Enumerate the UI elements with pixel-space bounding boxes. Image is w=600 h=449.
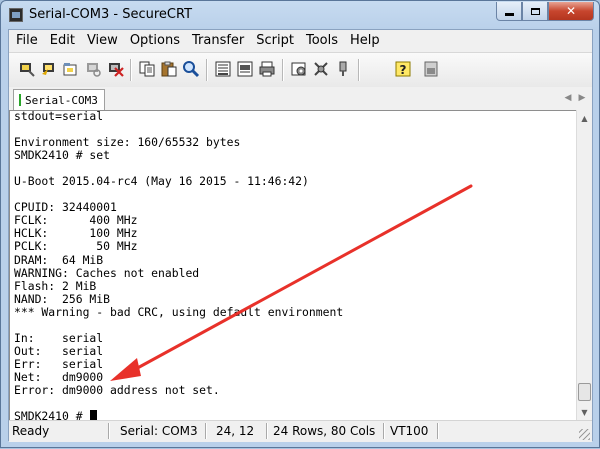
toolbar-separator — [130, 59, 132, 81]
print-selection-icon[interactable] — [236, 60, 254, 78]
status-divider — [205, 423, 207, 439]
menu-file[interactable]: File — [9, 30, 43, 52]
vertical-scrollbar[interactable]: ▲ ▼ — [576, 110, 592, 420]
menu-transfer[interactable]: Transfer — [185, 30, 249, 52]
window-title: Serial-COM3 - SecureCRT — [29, 7, 193, 22]
scroll-up-icon[interactable]: ▲ — [577, 110, 592, 126]
terminal-line: DRAM: 64 MiB — [14, 252, 104, 267]
terminal-line: U-Boot 2015.04-rc4 (May 16 2015 - 11:46:… — [14, 174, 309, 189]
title-bar[interactable]: Serial-COM3 - SecureCRT ✕ — [1, 1, 599, 29]
menu-tools[interactable]: Tools — [299, 30, 343, 52]
terminal-line: SMDK2410 # — [14, 410, 343, 420]
status-terminal-size: 24 Rows, 80 Cols — [273, 424, 376, 438]
disconnect-icon[interactable] — [106, 60, 124, 78]
minimize-icon — [504, 12, 514, 16]
minimize-button[interactable] — [496, 2, 522, 21]
help-icon[interactable]: ? — [394, 60, 412, 78]
menu-options[interactable]: Options — [123, 30, 185, 52]
terminal-cursor — [90, 410, 98, 420]
menu-edit[interactable]: Edit — [43, 30, 80, 52]
menu-script[interactable]: Script — [249, 30, 299, 52]
copy-icon[interactable] — [138, 60, 156, 78]
terminal-line: stdout=serial — [14, 110, 104, 123]
securecrt-window: Serial-COM3 - SecureCRT ✕ File Edit View… — [0, 0, 600, 448]
status-emulation: VT100 — [390, 424, 429, 438]
printer-icon[interactable] — [258, 60, 276, 78]
terminal-line: NAND: 256 MiB — [14, 291, 111, 306]
menu-view[interactable]: View — [80, 30, 123, 52]
terminal-line: WARNING: Caches not enabled — [14, 265, 200, 280]
status-divider — [383, 423, 385, 439]
svg-text:?: ? — [400, 63, 407, 77]
status-divider — [437, 423, 439, 439]
menu-help[interactable]: Help — [343, 30, 385, 52]
global-options-icon[interactable] — [312, 60, 330, 78]
close-icon: ✕ — [565, 4, 577, 18]
toolbar-separator — [206, 59, 208, 81]
find-icon[interactable] — [182, 60, 200, 78]
tab-serial-com3[interactable]: Serial-COM3 — [13, 89, 105, 110]
client-area: File Edit View Options Transfer Script T… — [8, 29, 593, 442]
quick-connect-icon[interactable] — [40, 60, 58, 78]
terminal-line: In: serial — [14, 330, 104, 345]
terminal-output[interactable]: stdout=serial Environment size: 160/65532… — [9, 110, 576, 420]
terminal-line: Flash: 2 MiB — [14, 278, 97, 293]
close-button[interactable]: ✕ — [548, 2, 594, 21]
keymap-icon[interactable] — [334, 60, 352, 78]
toolbar: ? — [9, 52, 592, 88]
tab-scroll-left-icon[interactable]: ◀ — [561, 91, 575, 105]
app-icon[interactable] — [9, 8, 23, 22]
paste-icon[interactable] — [160, 60, 178, 78]
resize-grip-icon[interactable] — [579, 429, 590, 440]
status-cursor-position: 24, 12 — [216, 424, 255, 438]
toolbar-separator — [358, 59, 360, 81]
maximize-button[interactable] — [522, 2, 548, 21]
terminal-line: Error: dm9000 address not set. — [14, 382, 220, 397]
menu-bar: File Edit View Options Transfer Script T… — [9, 30, 592, 52]
terminal-lines: stdout=serial Environment size: 160/65532… — [14, 110, 344, 420]
connect-in-tab-icon[interactable] — [62, 60, 80, 78]
tab-label: Serial-COM3 — [25, 93, 98, 107]
scrollbar-thumb[interactable] — [578, 383, 591, 401]
about-icon[interactable] — [422, 60, 440, 78]
terminal-line: Err: serial — [14, 356, 104, 371]
status-connection: Serial: COM3 — [120, 424, 198, 438]
terminal-line: SMDK2410 # set — [14, 148, 111, 163]
connect-icon[interactable] — [18, 60, 36, 78]
connection-status-indicator — [19, 94, 21, 106]
terminal-line: PCLK: 50 MHz — [14, 239, 138, 254]
reconnect-icon[interactable] — [84, 60, 102, 78]
tab-scroll-right-icon[interactable]: ▶ — [575, 91, 589, 105]
status-divider — [108, 423, 110, 439]
status-bar: Ready Serial: COM3 24, 12 24 Rows, 80 Co… — [9, 420, 592, 442]
toolbar-separator — [282, 59, 284, 81]
print-icon[interactable] — [214, 60, 232, 78]
terminal-line: *** Warning - bad CRC, using default env… — [14, 304, 344, 319]
session-options-icon[interactable] — [290, 60, 308, 78]
maximize-icon — [530, 7, 540, 15]
status-ready: Ready — [12, 424, 50, 438]
session-tab-strip: Serial-COM3 ◀ ▶ — [9, 87, 592, 110]
terminal-line: Out: serial — [14, 343, 104, 358]
scroll-down-icon[interactable]: ▼ — [577, 404, 592, 420]
status-divider — [266, 423, 268, 439]
